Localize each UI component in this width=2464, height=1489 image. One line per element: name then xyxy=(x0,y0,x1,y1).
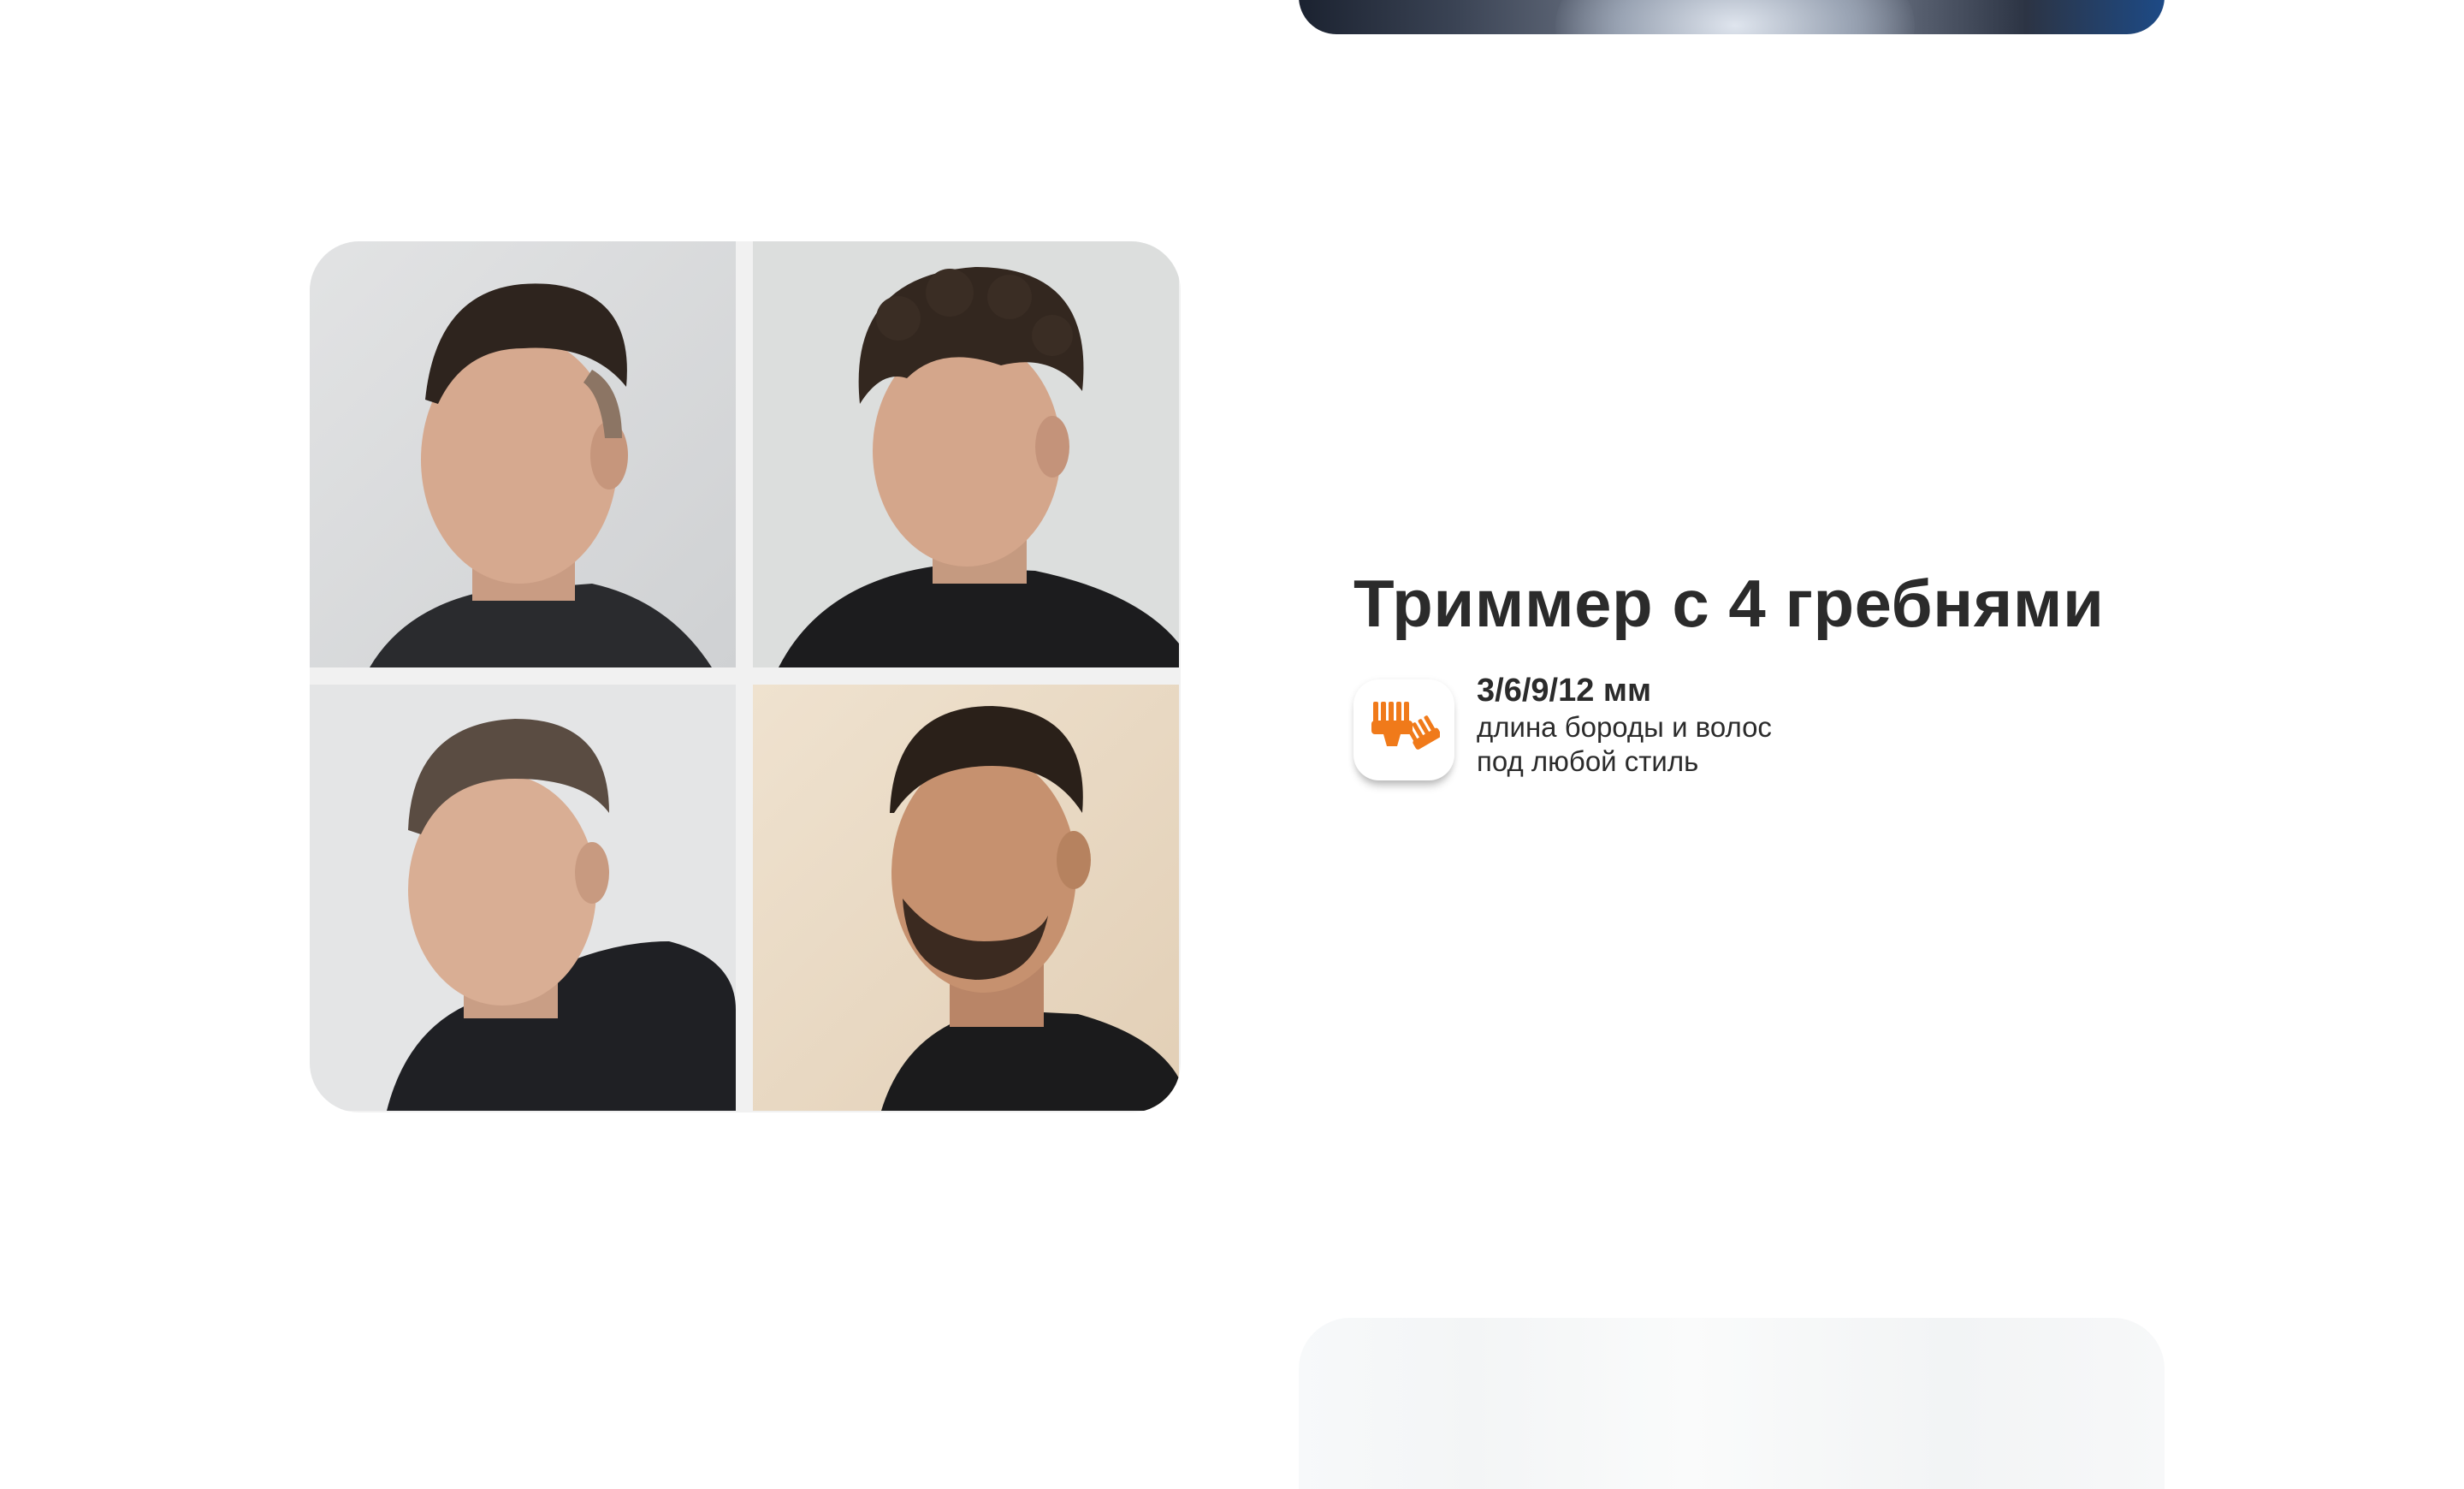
product-image-bottom xyxy=(1299,1318,2165,1489)
haircut-photo-2 xyxy=(753,241,1179,667)
feature-value: 3/6/9/12 мм xyxy=(1477,673,1652,709)
product-image-top xyxy=(1299,0,2165,34)
haircut-photo-1 xyxy=(310,241,736,667)
haircut-gallery xyxy=(310,241,1181,1112)
feature-desc-line-1: длина бороды и волос xyxy=(1477,711,1772,743)
haircut-photo-4 xyxy=(753,685,1179,1111)
comb-attachment-icon xyxy=(1353,679,1454,780)
feature-item: 3/6/9/12 мм длина бороды и волос под люб… xyxy=(1353,671,1772,780)
feature-title: Триммер с 4 гребнями xyxy=(1353,566,2105,641)
feature-desc-line-2: под любой стиль xyxy=(1477,745,1699,777)
haircut-photo-3 xyxy=(310,685,736,1111)
feature-text: 3/6/9/12 мм длина бороды и волос под люб… xyxy=(1477,671,1772,779)
